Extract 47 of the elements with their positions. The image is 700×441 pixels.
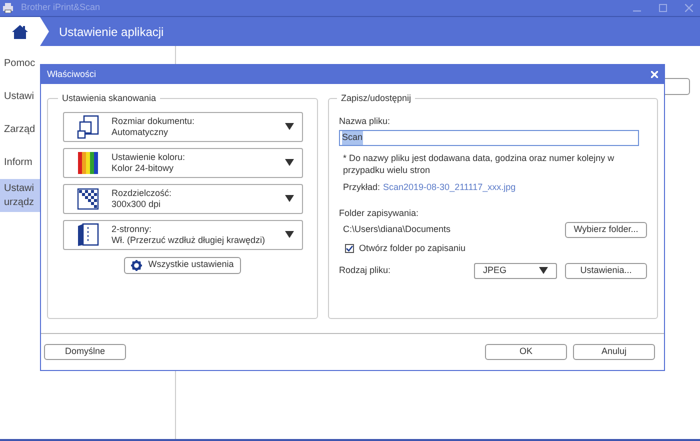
group-title: Zapisz/udostępnij [340, 92, 412, 105]
dropdown-value: Automatyczny [112, 126, 170, 138]
caret-icon [284, 159, 294, 166]
dropdown-value: 300x300 dpi [112, 198, 162, 210]
field-label: Nazwa pliku: [339, 114, 392, 128]
gear-icon [131, 260, 142, 270]
dropdown[interactable]: Rozmiar dokumentu: Automatyczny [62, 112, 302, 142]
group-title: Ustawienia skanowania [61, 92, 158, 105]
file-name-value: Scan [342, 131, 363, 145]
choose-folder-button[interactable]: Wybierz folder... [565, 222, 647, 238]
caret-icon [284, 231, 294, 238]
duplex-page-icon [76, 222, 98, 246]
dropdown-value: Wł. (Przerzuć wzdłuż długiej krawędzi) [112, 234, 266, 246]
ok-button[interactable]: OK [485, 344, 567, 360]
dropdown-label: Ustawienie koloru: [112, 152, 186, 162]
dropdown-label: 2-stronny: [112, 224, 153, 234]
caret-icon [284, 195, 294, 202]
file-name-field[interactable]: Scan [339, 130, 639, 146]
color-bars-icon [78, 152, 98, 174]
caret-icon [539, 267, 548, 274]
dropdown[interactable]: 2-stronny: Wł. (Przerzuć wzdłuż długiej krawędzi) [62, 220, 302, 250]
dropdown[interactable]: Ustawienie koloru: Kolor 24-bitowy [62, 148, 302, 178]
dialog-title: Właściwości [47, 68, 98, 81]
default-button[interactable]: Domyślne [44, 344, 126, 360]
file-type-dropdown[interactable]: JPEG [474, 262, 557, 278]
field-label: Rodzaj pliku: [339, 264, 392, 277]
note-text: * Do nazwy pliku jest dodawana data, godzina oraz numer kolejny w przypadku wielu stron [343, 152, 616, 176]
checkbox-label: Otwórz folder po zapisaniu [359, 242, 466, 255]
document-size-icon [76, 114, 98, 138]
window-title: Brother iPrint&Scan [21, 1, 100, 14]
chevron-icon [40, 17, 49, 46]
checkbox[interactable] [345, 244, 354, 254]
printer-icon [3, 3, 13, 13]
example-label: Przykład: [343, 181, 380, 194]
dropdown-label: Rozmiar dokumentu: [112, 116, 196, 126]
home-icon [12, 24, 28, 38]
dropdown-value: Kolor 24-bitowy [112, 162, 175, 174]
folder-path: C:\Users\diana\Documents [343, 223, 451, 236]
page-title: Ustawienie aplikacji [59, 24, 164, 40]
all-settings-button[interactable]: Wszystkie ustawienia [124, 256, 241, 274]
dropdown-label: Rozdzielczość: [112, 188, 173, 198]
caret-icon [284, 123, 294, 130]
field-label: Folder zapisywania: [339, 206, 420, 220]
cancel-button[interactable]: Anuluj [573, 344, 655, 360]
example-file-name: Scan2019-08-30_211117_xxx.jpg [383, 181, 516, 194]
dropdown[interactable]: Rozdzielczość: 300x300 dpi [62, 184, 302, 214]
settings-button[interactable]: Ustawienia... [565, 262, 647, 278]
